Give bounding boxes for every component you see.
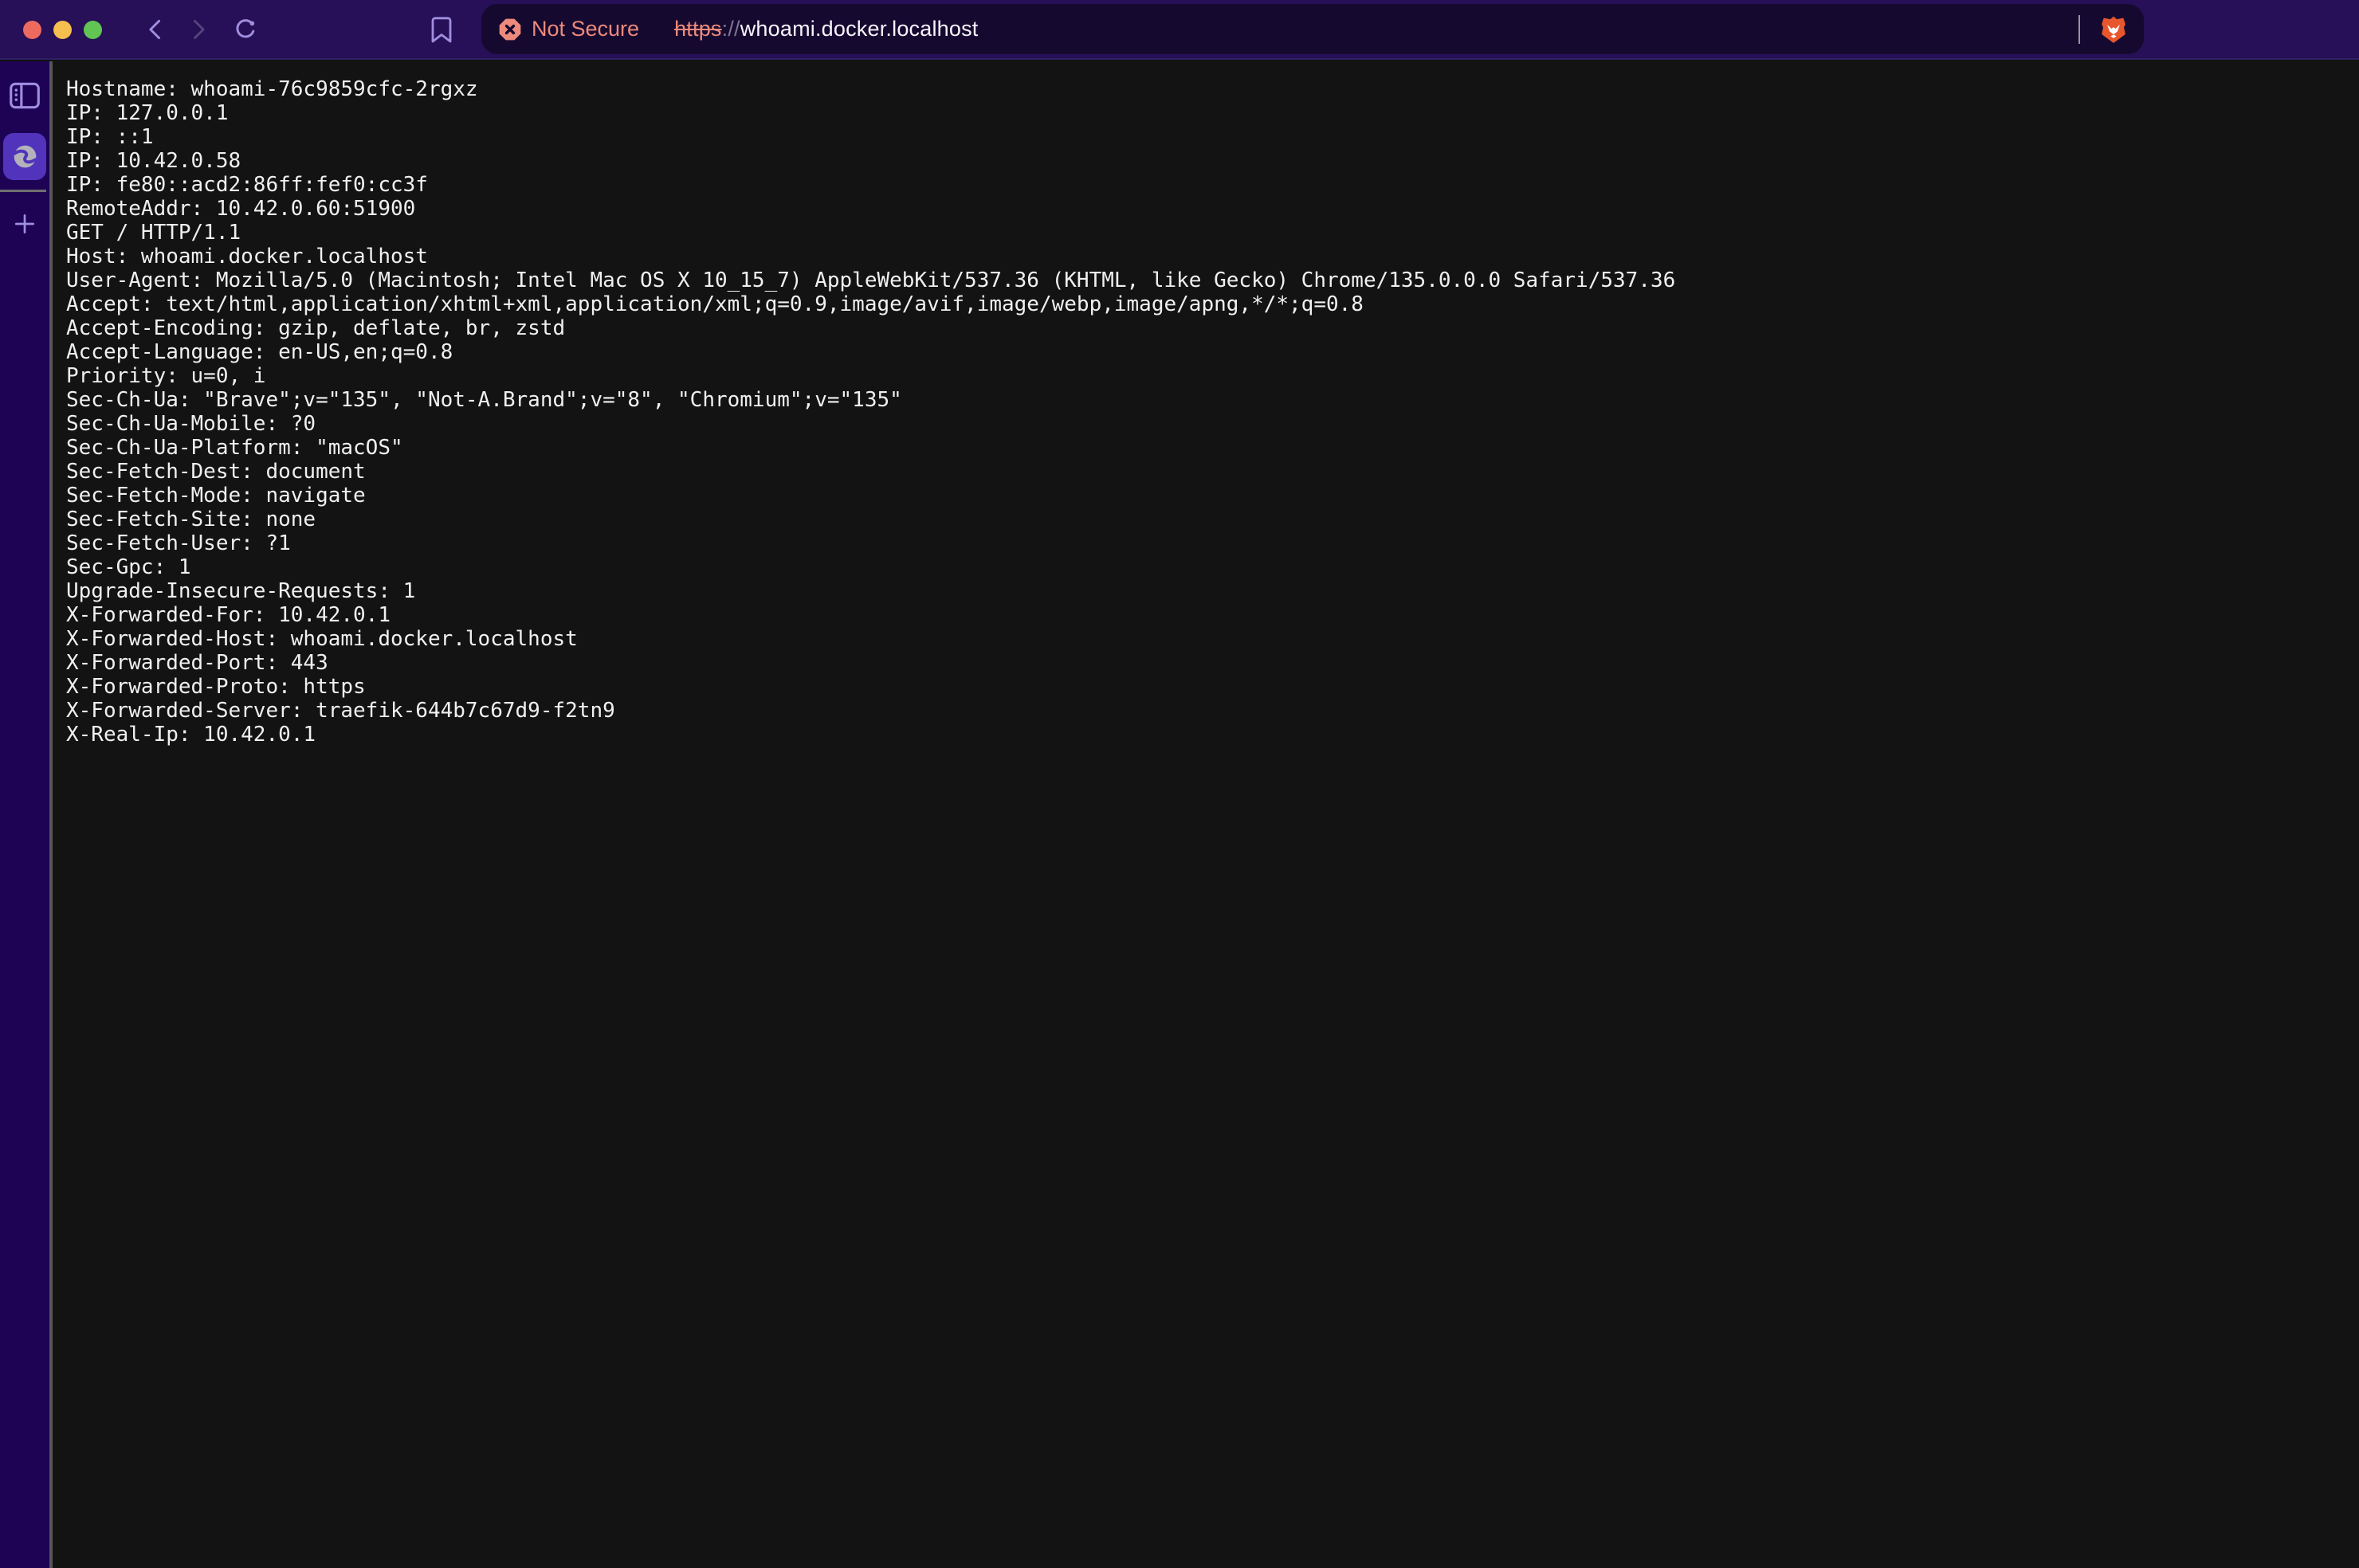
url-scheme: https	[674, 17, 722, 41]
address-bar-right	[2078, 12, 2129, 47]
response-line: X-Forwarded-Host: whoami.docker.localhos…	[66, 627, 2359, 651]
zoom-window-button[interactable]	[84, 21, 102, 39]
bookmark-icon[interactable]	[426, 13, 457, 46]
response-line: IP: 10.42.0.58	[66, 149, 2359, 173]
sidebar-toggle-icon[interactable]	[8, 80, 41, 111]
response-line: User-Agent: Mozilla/5.0 (Macintosh; Inte…	[66, 269, 2359, 292]
response-line: Sec-Fetch-Dest: document	[66, 460, 2359, 484]
response-line: GET / HTTP/1.1	[66, 221, 2359, 245]
brave-shields-icon[interactable]	[2098, 12, 2129, 47]
response-line: Sec-Ch-Ua-Mobile: ?0	[66, 412, 2359, 436]
response-line: X-Forwarded-For: 10.42.0.1	[66, 603, 2359, 627]
toolbar: Not Secure https://whoami.docker.localho…	[0, 0, 2359, 60]
response-line: Accept: text/html,application/xhtml+xml,…	[66, 292, 2359, 316]
response-line: Upgrade-Insecure-Requests: 1	[66, 579, 2359, 603]
url-text: https://whoami.docker.localhost	[674, 17, 978, 41]
response-line: X-Real-Ip: 10.42.0.1	[66, 723, 2359, 747]
address-bar-divider	[2078, 15, 2080, 44]
sidebar-divider	[0, 190, 46, 192]
new-tab-plus-icon[interactable]	[12, 211, 37, 237]
response-line: Sec-Fetch-Site: none	[66, 508, 2359, 531]
page-content: Hostname: whoami-76c9859cfc-2rgxzIP: 127…	[56, 61, 2359, 1568]
not-secure-label[interactable]: Not Secure	[532, 17, 639, 41]
close-window-button[interactable]	[23, 21, 41, 39]
back-icon[interactable]	[143, 16, 170, 43]
forward-icon[interactable]	[184, 16, 211, 43]
traffic-lights	[23, 21, 102, 39]
response-line: IP: ::1	[66, 125, 2359, 149]
browser-window: Not Secure https://whoami.docker.localho…	[0, 0, 2359, 1568]
url-host: whoami.docker.localhost	[740, 17, 979, 41]
response-line: Hostname: whoami-76c9859cfc-2rgxz	[66, 77, 2359, 101]
whoami-response: Hostname: whoami-76c9859cfc-2rgxzIP: 127…	[66, 77, 2359, 747]
response-line: Accept-Language: en-US,en;q=0.8	[66, 340, 2359, 364]
sidebar	[0, 61, 53, 1568]
minimize-window-button[interactable]	[53, 21, 72, 39]
address-bar[interactable]: Not Secure https://whoami.docker.localho…	[481, 4, 2144, 54]
sidebar-active-tab[interactable]	[3, 133, 46, 180]
response-line: Sec-Ch-Ua-Platform: "macOS"	[66, 436, 2359, 460]
response-line: Accept-Encoding: gzip, deflate, br, zstd	[66, 316, 2359, 340]
response-line: Sec-Gpc: 1	[66, 555, 2359, 579]
response-line: Host: whoami.docker.localhost	[66, 245, 2359, 269]
response-line: RemoteAddr: 10.42.0.60:51900	[66, 197, 2359, 221]
response-line: Sec-Fetch-Mode: navigate	[66, 484, 2359, 508]
response-line: Priority: u=0, i	[66, 364, 2359, 388]
not-secure-icon	[497, 17, 523, 42]
reload-icon[interactable]	[232, 16, 259, 43]
response-line: X-Forwarded-Port: 443	[66, 651, 2359, 675]
url-separator: ://	[722, 17, 740, 41]
globe-icon	[10, 142, 40, 171]
response-line: X-Forwarded-Proto: https	[66, 675, 2359, 699]
response-line: Sec-Ch-Ua: "Brave";v="135", "Not-A.Brand…	[66, 388, 2359, 412]
response-line: IP: 127.0.0.1	[66, 101, 2359, 125]
response-line: Sec-Fetch-User: ?1	[66, 531, 2359, 555]
response-line: IP: fe80::acd2:86ff:fef0:cc3f	[66, 173, 2359, 197]
response-line: X-Forwarded-Server: traefik-644b7c67d9-f…	[66, 699, 2359, 723]
